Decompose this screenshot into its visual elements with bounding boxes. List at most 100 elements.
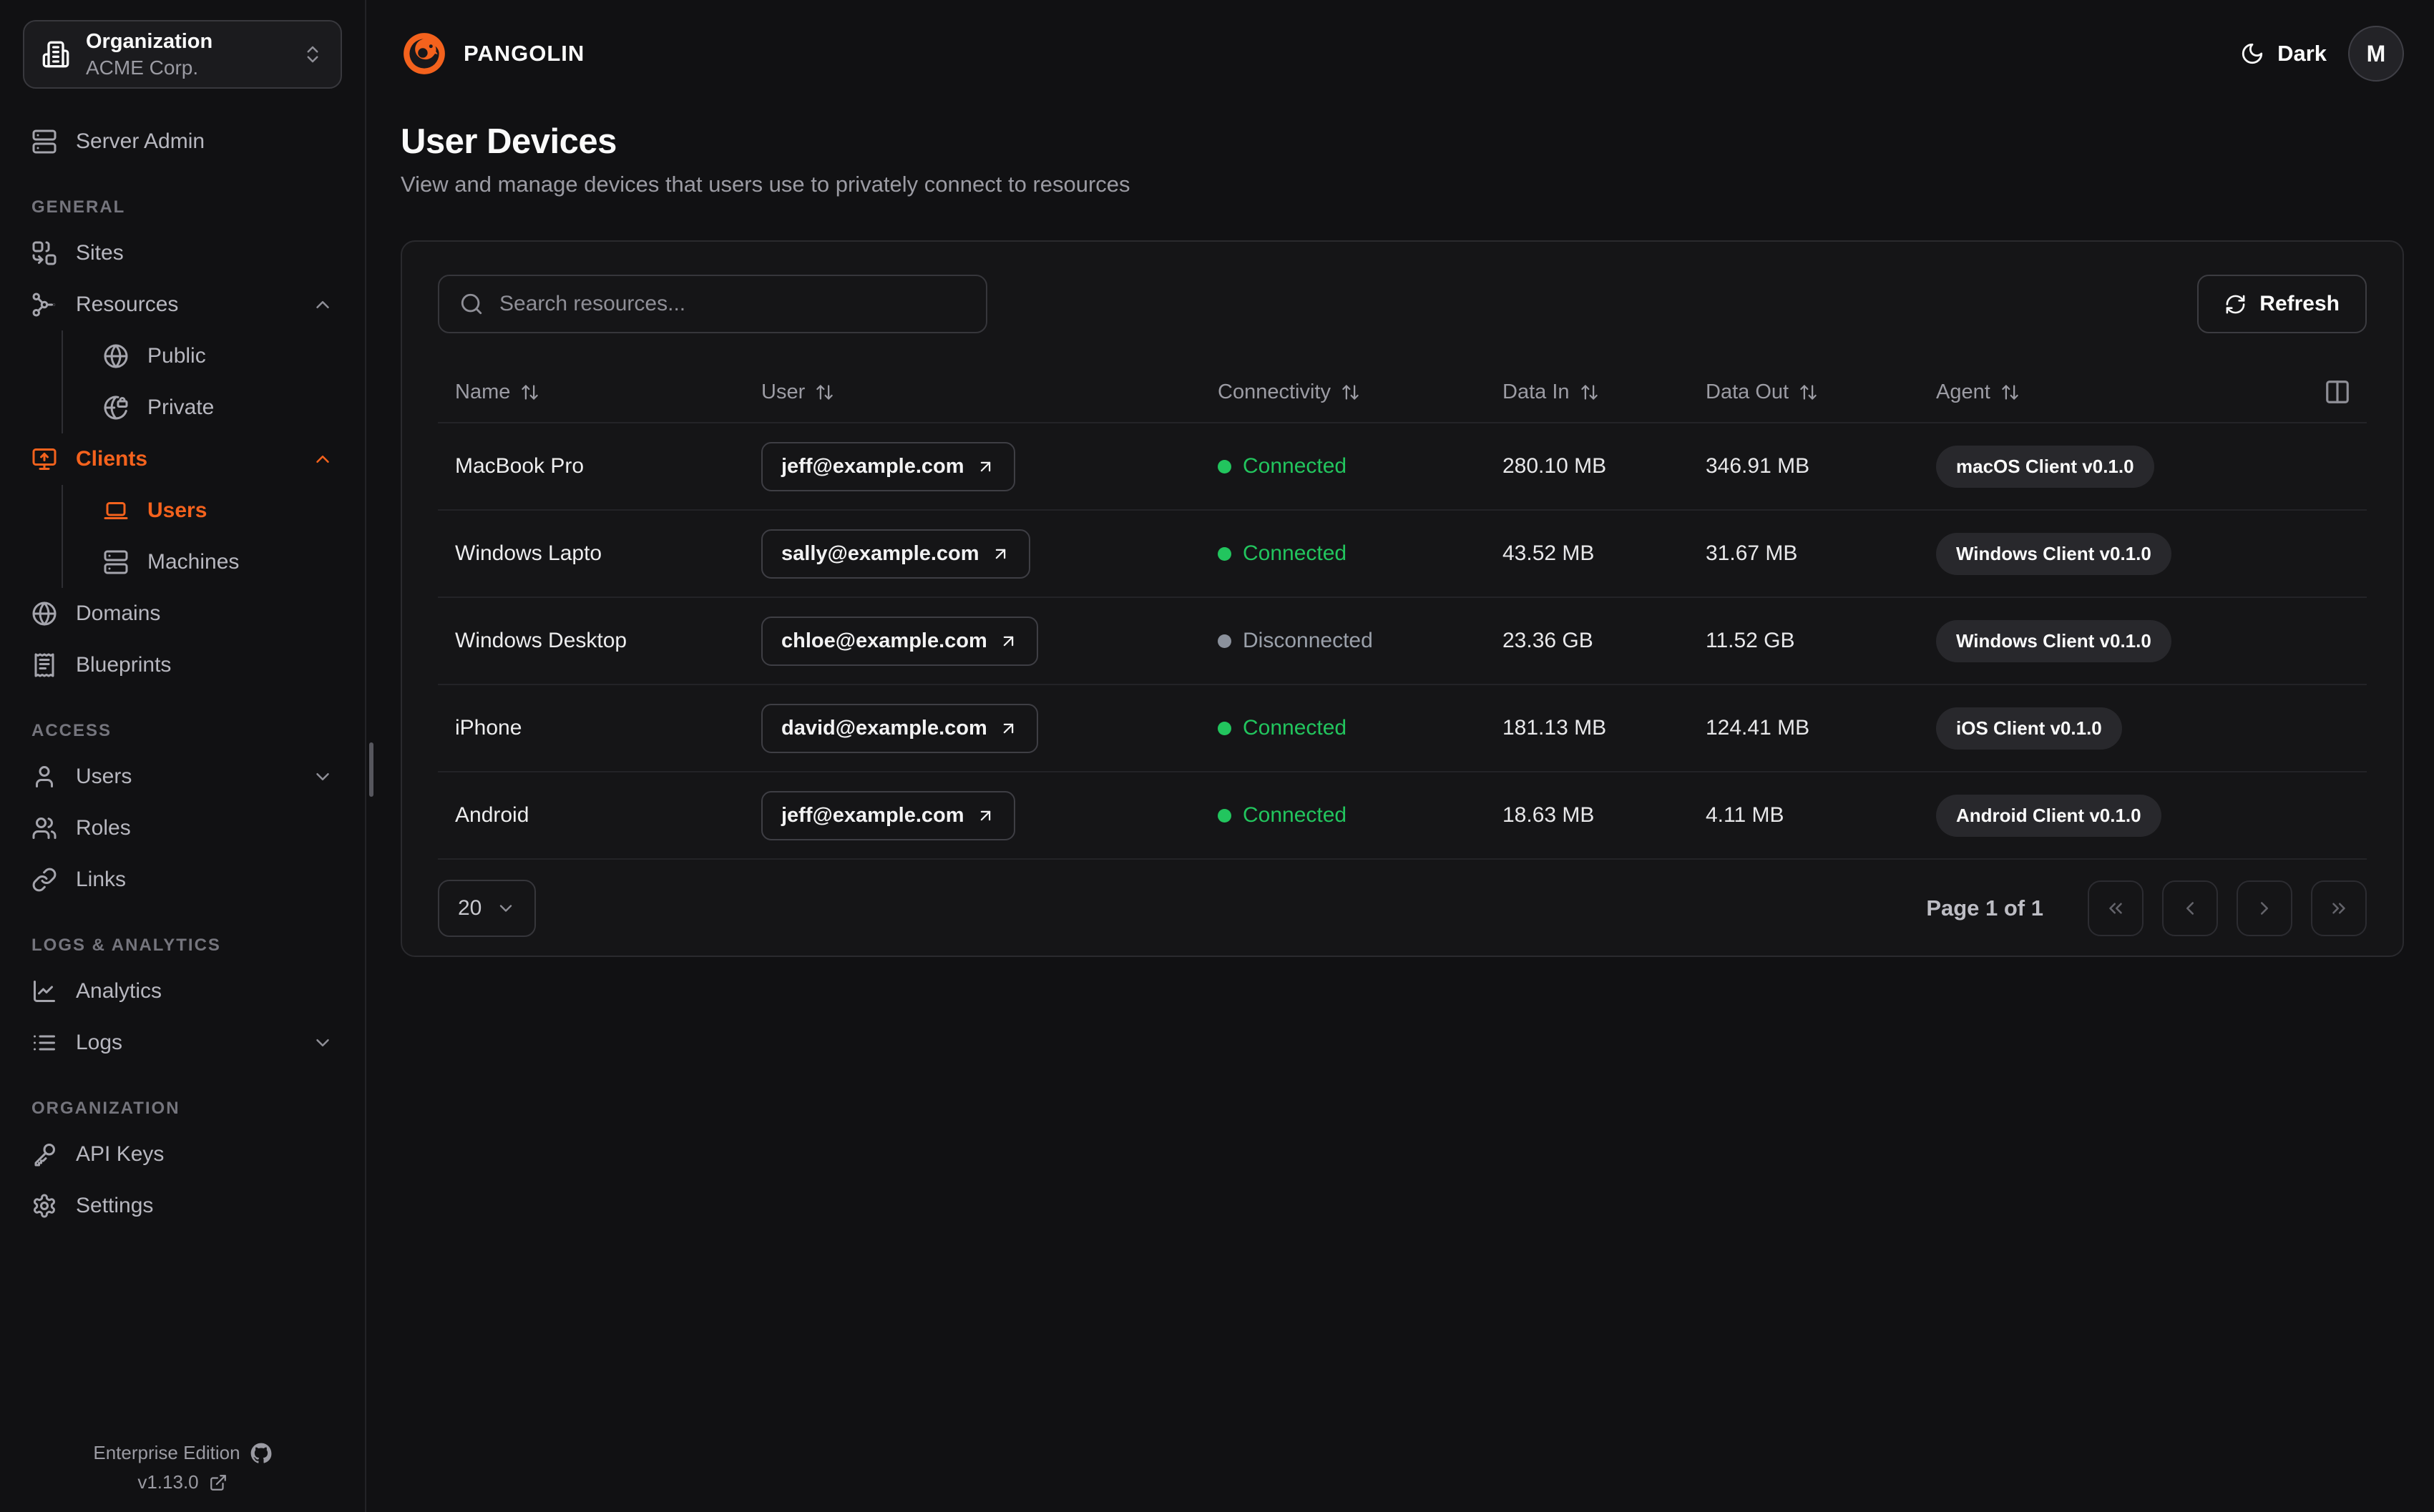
github-icon: [250, 1443, 272, 1463]
sidebar-item-label: Private: [147, 396, 215, 419]
section-heading-general: GENERAL: [31, 197, 126, 217]
table-row: iPhone david@example.com Connected 181.1…: [438, 685, 2367, 772]
status-dot: [1218, 721, 1231, 735]
sidebar-item-public[interactable]: Public: [94, 330, 342, 382]
next-page-button[interactable]: [2237, 880, 2292, 936]
column-header-agent[interactable]: Agent: [1936, 381, 2367, 404]
device-name: iPhone: [455, 716, 522, 740]
status-label: Connected: [1243, 541, 1347, 565]
edition-label: Enterprise Edition: [93, 1442, 240, 1463]
chevron-down-icon: [316, 1039, 329, 1046]
page-size-select[interactable]: 20: [438, 880, 537, 937]
data-out-value: 124.41 MB: [1706, 716, 1810, 740]
sidebar-item-clients-users[interactable]: Users: [94, 485, 342, 536]
refresh-label: Refresh: [2259, 292, 2340, 315]
agent-badge: iOS Client v0.1.0: [1936, 707, 2122, 750]
column-header-data-out[interactable]: Data Out: [1706, 381, 1936, 404]
sites-icon: [32, 241, 57, 265]
data-in-value: 18.63 MB: [1502, 803, 1595, 827]
devices-card: Refresh Name User Connectivity Da: [401, 240, 2404, 957]
user-link[interactable]: chloe@example.com: [761, 616, 1038, 666]
chevrons-left-icon: [2109, 903, 2122, 914]
sidebar-item-settings[interactable]: Settings: [23, 1180, 342, 1232]
columns-toggle-button[interactable]: [2324, 378, 2351, 406]
sidebar-item-users[interactable]: Users: [23, 751, 342, 802]
table-row: Windows Lapto sally@example.com Connecte…: [438, 511, 2367, 598]
sort-icon: [1800, 384, 1817, 400]
building-icon: [42, 41, 69, 68]
search-box: [438, 275, 987, 333]
sidebar-item-private[interactable]: Private: [94, 382, 342, 433]
server-icon: [104, 550, 128, 574]
theme-toggle[interactable]: Dark: [2240, 41, 2327, 67]
column-header-user[interactable]: User: [761, 381, 1218, 404]
refresh-button[interactable]: Refresh: [2197, 275, 2367, 333]
moon-icon: [2242, 43, 2263, 64]
sidebar-item-clients-machines[interactable]: Machines: [94, 536, 342, 588]
sidebar-scrollbar-thumb[interactable]: [369, 742, 373, 797]
server-icon: [32, 129, 57, 154]
sidebar-item-label: Users: [147, 499, 207, 522]
first-page-button[interactable]: [2088, 880, 2144, 936]
sort-icon: [1580, 384, 1598, 400]
sidebar-item-server-admin[interactable]: Server Admin: [23, 116, 342, 167]
sidebar-item-api-keys[interactable]: API Keys: [23, 1129, 342, 1180]
version-line[interactable]: v1.13.0: [0, 1471, 365, 1493]
table-header: Name User Connectivity Data In Data Out: [438, 362, 2367, 423]
sidebar-item-label: Roles: [76, 816, 131, 840]
sidebar-item-sites[interactable]: Sites: [23, 227, 342, 279]
sidebar-item-resources[interactable]: Resources: [23, 279, 342, 330]
sidebar-item-blueprints[interactable]: Blueprints: [23, 639, 342, 691]
column-header-data-in[interactable]: Data In: [1502, 381, 1706, 404]
column-label: Name: [455, 380, 511, 403]
user-link[interactable]: jeff@example.com: [761, 790, 1015, 840]
page-size-value: 20: [458, 896, 482, 920]
table-row: Windows Desktop chloe@example.com Discon…: [438, 598, 2367, 685]
main-content: PANGOLIN Dark M User Devices View and ma…: [366, 0, 2434, 1512]
sidebar-item-label: Machines: [147, 550, 240, 574]
data-in-value: 280.10 MB: [1502, 454, 1607, 478]
data-in-value: 181.13 MB: [1502, 716, 1607, 740]
sidebar-item-label: Logs: [76, 1031, 123, 1054]
connectivity-status: Connected: [1218, 454, 1502, 478]
column-header-connectivity[interactable]: Connectivity: [1218, 381, 1502, 404]
external-link-icon: [210, 1474, 226, 1491]
user-link[interactable]: david@example.com: [761, 703, 1038, 753]
sort-icon: [522, 384, 539, 400]
sidebar-item-label: Clients: [76, 447, 148, 471]
pager: Page 1 of 1: [1926, 880, 2367, 936]
sidebar-item-roles[interactable]: Roles: [23, 802, 342, 854]
topbar-right: Dark M: [2240, 26, 2404, 82]
arrow-up-right-icon: [1003, 636, 1014, 646]
sidebar-item-analytics[interactable]: Analytics: [23, 966, 342, 1017]
user-link[interactable]: jeff@example.com: [761, 441, 1015, 491]
chevrons-up-down-icon: [307, 46, 318, 63]
sidebar-item-domains[interactable]: Domains: [23, 588, 342, 639]
edition-line[interactable]: Enterprise Edition: [0, 1442, 365, 1464]
previous-page-button[interactable]: [2162, 880, 2218, 936]
column-header-name[interactable]: Name: [438, 381, 761, 404]
device-name: Windows Lapto: [455, 541, 602, 565]
sort-icon: [816, 384, 833, 400]
sidebar-item-logs[interactable]: Logs: [23, 1017, 342, 1069]
user-email: jeff@example.com: [781, 803, 964, 827]
org-text: Organization ACME Corp.: [86, 29, 286, 79]
sidebar-item-clients[interactable]: Clients: [23, 433, 342, 485]
columns-icon: [2326, 381, 2349, 403]
monitor-up-icon: [32, 448, 57, 470]
data-in-value: 23.36 GB: [1502, 629, 1593, 652]
last-page-button[interactable]: [2311, 880, 2367, 936]
sidebar-item-label: Analytics: [76, 979, 162, 1003]
sidebar-item-links[interactable]: Links: [23, 854, 342, 905]
section-heading-organization: ORGANIZATION: [31, 1099, 180, 1118]
user-link[interactable]: sally@example.com: [761, 529, 1030, 579]
page-title: User Devices: [401, 122, 617, 161]
arrow-up-right-icon: [995, 549, 1005, 559]
avatar[interactable]: M: [2348, 26, 2404, 82]
arrow-up-right-icon: [1003, 723, 1014, 733]
org-switcher[interactable]: Organization ACME Corp.: [23, 20, 342, 89]
device-name: Android: [455, 803, 529, 827]
search-input[interactable]: [499, 292, 966, 316]
org-label: Organization: [86, 30, 213, 54]
refresh-icon: [2226, 295, 2245, 313]
